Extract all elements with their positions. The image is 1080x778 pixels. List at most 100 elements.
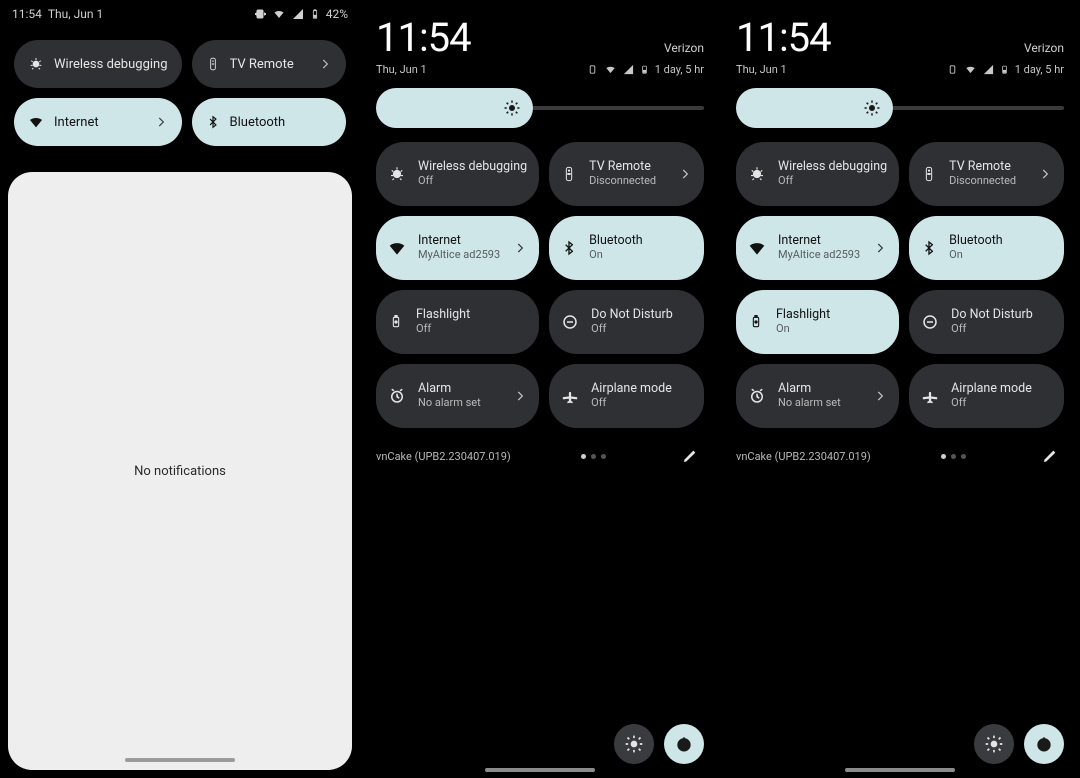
qs-tile-wireless-debugging[interactable]: Wireless debuggingOff	[376, 142, 539, 206]
qs-tile-airplane[interactable]: Airplane modeOff	[549, 364, 704, 428]
qs-date: Thu, Jun 1	[736, 63, 787, 76]
qs-tile-airplane[interactable]: Airplane modeOff	[909, 364, 1064, 428]
qs-tile-subtitle: On	[949, 249, 1052, 262]
qs-tile-grid: Wireless debuggingOffTV RemoteDisconnect…	[720, 134, 1080, 438]
qs-tile-subtitle: Off	[418, 175, 527, 188]
brightness-icon	[503, 99, 521, 117]
brightness-slider[interactable]	[720, 76, 1080, 134]
qs-tile-title: Bluetooth	[589, 234, 692, 248]
chevron-right-icon[interactable]	[154, 115, 168, 129]
dnd-icon	[921, 313, 939, 331]
gear-icon	[624, 734, 644, 754]
qs-tile-flashlight[interactable]: FlashlightOn	[736, 290, 899, 354]
chevron-right-icon[interactable]	[513, 389, 527, 403]
qs-tile-alarm[interactable]: AlarmNo alarm set	[376, 364, 539, 428]
screen-3-quick-settings: 11:54 Verizon Thu, Jun 1 1 day, 5 hr Wir…	[720, 0, 1080, 778]
brightness-icon	[863, 99, 881, 117]
status-time: 11:54	[12, 7, 42, 21]
chevron-right-icon[interactable]	[513, 241, 527, 255]
qs-tile-wireless-debugging[interactable]: Wireless debugging	[14, 40, 182, 88]
qs-tile-tv-remote[interactable]: TV RemoteDisconnected	[549, 142, 704, 206]
qs-tile-title: Internet	[418, 234, 501, 248]
bt-icon	[921, 239, 937, 257]
qs-bottom-buttons	[974, 724, 1064, 764]
brightness-slider[interactable]	[360, 76, 720, 134]
qs-tile-title: Alarm	[418, 382, 501, 396]
page-indicator[interactable]	[941, 454, 966, 459]
plane-icon	[561, 387, 579, 405]
edit-tiles-button[interactable]	[676, 442, 704, 470]
qs-tile-subtitle: Off	[951, 323, 1052, 336]
qs-tile-alarm[interactable]: AlarmNo alarm set	[736, 364, 899, 428]
wifi-icon	[388, 239, 406, 257]
qs-tile-internet[interactable]: Internet	[14, 98, 182, 146]
home-indicator[interactable]	[125, 758, 235, 762]
settings-button[interactable]	[614, 724, 654, 764]
qs-date: Thu, Jun 1	[376, 63, 427, 76]
qs-tile-grid: Wireless debuggingOffTV RemoteDisconnect…	[360, 134, 720, 438]
qs-carrier: Verizon	[1024, 41, 1064, 61]
power-button[interactable]	[1024, 724, 1064, 764]
qs-carrier: Verizon	[664, 41, 704, 61]
qs-tile-bluetooth[interactable]: BluetoothOn	[549, 216, 704, 280]
edit-tiles-button[interactable]	[1036, 442, 1064, 470]
qs-tile-title: Airplane mode	[951, 382, 1052, 396]
remote-icon	[921, 165, 937, 183]
build-text: vnCake (UPB2.230407.019)	[736, 450, 871, 463]
qs-tile-title: Bluetooth	[949, 234, 1052, 248]
qs-tile-tv-remote[interactable]: TV Remote	[192, 40, 346, 88]
chevron-right-icon[interactable]	[873, 241, 887, 255]
status-bar: 11:54 Thu, Jun 1 42%	[0, 0, 360, 24]
qs-tile-subtitle: Off	[778, 175, 887, 188]
qs-tile-flashlight[interactable]: FlashlightOff	[376, 290, 539, 354]
home-indicator[interactable]	[845, 768, 955, 772]
qs-tile-internet[interactable]: InternetMyAltice ad2593	[736, 216, 899, 280]
chevron-right-icon[interactable]	[318, 57, 332, 71]
power-button[interactable]	[664, 724, 704, 764]
battery-icon	[310, 7, 320, 21]
wifi-icon	[964, 64, 977, 75]
qs-tile-title: Flashlight	[776, 308, 887, 322]
bug-icon	[748, 165, 766, 183]
qs-tile-grid: Wireless debugging TV Remote Internet Bl…	[0, 24, 360, 156]
qs-tile-title: TV Remote	[589, 160, 666, 174]
build-text: vnCake (UPB2.230407.019)	[376, 450, 511, 463]
chevron-right-icon[interactable]	[678, 167, 692, 181]
qs-clock: 11:54	[376, 14, 471, 61]
settings-button[interactable]	[974, 724, 1014, 764]
qs-battery-estimate: 1 day, 5 hr	[1015, 63, 1064, 76]
chevron-right-icon[interactable]	[873, 389, 887, 403]
bug-icon	[28, 56, 44, 72]
qs-tile-subtitle: Disconnected	[949, 175, 1026, 188]
signal-icon	[623, 64, 634, 75]
qs-tile-dnd[interactable]: Do Not DisturbOff	[549, 290, 704, 354]
qs-tile-wireless-debugging[interactable]: Wireless debuggingOff	[736, 142, 899, 206]
qs-header: 11:54 Verizon Thu, Jun 1 1 day, 5 hr	[720, 0, 1080, 76]
qs-tile-title: Wireless debugging	[418, 160, 527, 174]
signal-icon	[292, 8, 304, 20]
qs-tile-subtitle: Off	[591, 397, 692, 410]
qs-tile-subtitle: On	[589, 249, 692, 262]
qs-tile-subtitle: Off	[591, 323, 692, 336]
qs-clock: 11:54	[736, 14, 831, 61]
power-icon	[674, 734, 694, 754]
qs-tile-internet[interactable]: InternetMyAltice ad2593	[376, 216, 539, 280]
home-indicator[interactable]	[485, 768, 595, 772]
qs-tile-dnd[interactable]: Do Not DisturbOff	[909, 290, 1064, 354]
qs-tile-subtitle: Off	[416, 323, 527, 336]
chevron-right-icon[interactable]	[1038, 167, 1052, 181]
qs-tile-tv-remote[interactable]: TV RemoteDisconnected	[909, 142, 1064, 206]
qs-tile-title: TV Remote	[949, 160, 1026, 174]
alarm-icon	[388, 387, 406, 405]
qs-tile-bluetooth[interactable]: BluetoothOn	[909, 216, 1064, 280]
qs-tile-subtitle: No alarm set	[778, 397, 861, 410]
vibrate-icon	[947, 64, 958, 75]
notification-panel[interactable]: No notifications	[8, 172, 352, 770]
qs-tile-subtitle: No alarm set	[418, 397, 501, 410]
page-indicator[interactable]	[581, 454, 606, 459]
qs-tile-bluetooth[interactable]: Bluetooth	[192, 98, 346, 146]
wifi-icon	[28, 114, 44, 130]
bt-icon	[561, 239, 577, 257]
alarm-icon	[748, 387, 766, 405]
screen-1-notification-shade: 11:54 Thu, Jun 1 42% Wireless debugging …	[0, 0, 360, 778]
